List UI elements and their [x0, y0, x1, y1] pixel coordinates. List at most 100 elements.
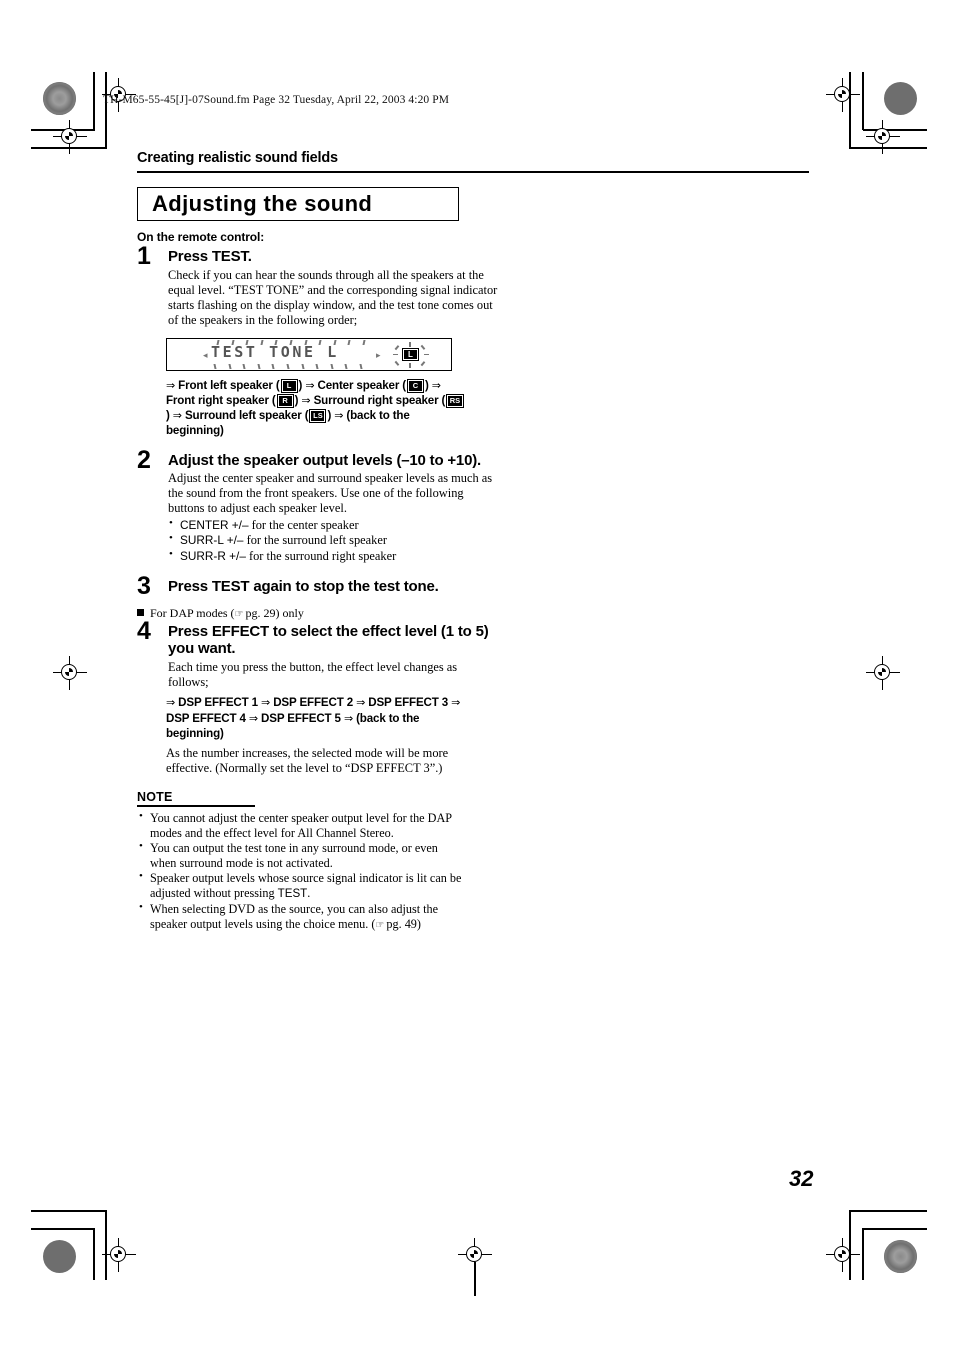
dap-page-reference: pg. 29 — [245, 605, 276, 620]
flash-arrow-left: ◂ — [203, 349, 208, 360]
speaker-label-surround-right: Surround right speaker — [313, 393, 439, 407]
arrow-icon: ⇒ — [301, 393, 311, 407]
step-2-number: 2 — [137, 445, 151, 474]
registration-target-top-right-inner — [826, 78, 860, 112]
crop-line — [93, 1228, 95, 1280]
dsp-effect-1: DSP EFFECT 1 — [178, 696, 258, 710]
step-4: 4 Press EFFECT to select the effect leve… — [137, 618, 498, 691]
header-divider — [137, 171, 809, 174]
crop-line — [31, 1228, 95, 1230]
arrow-icon: ⇒ — [166, 378, 176, 392]
button-label-surr-r: SURR-R +/– — [180, 548, 246, 563]
step-1: 1 Press TEST. Check if you can hear the … — [137, 244, 498, 328]
arrow-icon: ⇒ — [343, 711, 354, 725]
section-title-box: Adjusting the sound — [137, 187, 459, 222]
note-item-2: You can output the test tone in any surr… — [137, 840, 467, 871]
step-2-body: Adjust the center speaker and surround s… — [168, 471, 493, 516]
speaker-badge-LS: LS — [310, 410, 326, 423]
square-bullet-icon — [137, 608, 144, 616]
dsp-effect-3: DSP EFFECT 3 — [368, 696, 449, 710]
crop-line — [862, 1228, 864, 1280]
speaker-label-surround-left: Surround left speaker — [184, 409, 302, 423]
note-emphasis-test: TEST — [277, 887, 308, 901]
step-3-title: Press TEST again to stop the test tone. — [168, 578, 439, 596]
registration-target-bottom-left — [102, 1238, 136, 1272]
file-header-text: TH-M65-55-45[J]-07Sound.fm Page 32 Tuesd… — [103, 94, 450, 106]
halftone-solid-dot-bottom-left — [43, 1240, 76, 1273]
note-section: NOTE You cannot adjust the center speake… — [137, 790, 467, 932]
manual-page: TH-M65-55-45[J]-07Sound.fm Page 32 Tuesd… — [0, 0, 954, 1351]
step-1-title: Press TEST. — [168, 248, 252, 266]
speaker-label-front-left: Front left speaker — [178, 378, 273, 392]
crop-line — [863, 1228, 927, 1230]
dsp-effect-4: DSP EFFECT 4 — [166, 711, 246, 725]
crop-line — [93, 72, 95, 130]
step-2-title: Adjust the speaker output levels (–10 to… — [168, 451, 481, 469]
arrow-icon: ⇒ — [431, 378, 441, 392]
signal-indicator-L: L — [403, 348, 418, 360]
arrow-icon: ⇒ — [451, 696, 461, 710]
note-item-1: You cannot adjust the center speaker out… — [137, 810, 467, 841]
registration-target-mid-left — [53, 656, 87, 690]
crop-line — [31, 1210, 107, 1212]
bullet-text-surr-l: for the surround left speaker — [243, 533, 387, 548]
note-divider — [137, 805, 255, 807]
flash-ticks-bottom — [213, 363, 363, 369]
arrow-icon: ⇒ — [248, 711, 258, 725]
page-number: 32 — [789, 1166, 814, 1191]
step-4-number: 4 — [137, 616, 151, 645]
button-label-center: CENTER +/– — [180, 517, 249, 532]
arrow-icon: ⇒ — [305, 378, 315, 392]
step-2: 2 Adjust the speaker output levels (–10 … — [137, 447, 498, 565]
flash-arrow-right: ▸ — [376, 349, 381, 360]
step-2-bullet-list: CENTER +/– for the center speaker SURR-L… — [168, 517, 498, 565]
note-title: NOTE — [137, 790, 173, 805]
bullet-surr-r-button: SURR-R +/– for the surround right speake… — [168, 548, 498, 565]
dap-modes-line: For DAP modes (☞ pg. 29) only — [137, 606, 817, 621]
note-item-4: When selecting DVD as the source, you ca… — [137, 901, 467, 932]
speaker-badge-RS: RS — [447, 394, 463, 407]
registration-target-top-left — [53, 120, 87, 154]
arrow-icon: ⇒ — [334, 409, 344, 423]
pointing-hand-icon: ☞ — [375, 919, 384, 931]
step-1-body: Check if you can hear the sounds through… — [168, 268, 498, 328]
lcd-display-text: TEST TONE L — [211, 342, 339, 361]
arrow-icon: ⇒ — [261, 696, 271, 710]
registration-target-mid-right — [866, 656, 900, 690]
arrow-icon: ⇒ — [166, 696, 176, 710]
page-content: Creating realistic sound fields Adjustin… — [137, 150, 817, 932]
arrow-icon: ⇒ — [356, 696, 366, 710]
speaker-label-center: Center speaker — [317, 378, 400, 392]
registration-target-bottom-center — [458, 1238, 492, 1272]
speaker-label-front-right: Front right speaker — [166, 393, 269, 407]
step-1-number: 1 — [137, 242, 151, 271]
crop-line — [849, 1210, 927, 1212]
speaker-badge-R: R — [277, 394, 293, 407]
step-3: 3 Press TEST again to stop the test tone… — [137, 574, 498, 599]
step-3-number: 3 — [137, 572, 151, 601]
dsp-effect-2: DSP EFFECT 2 — [273, 696, 354, 710]
remote-control-label: On the remote control: — [137, 230, 265, 245]
button-label-surr-l: SURR-L +/– — [180, 533, 244, 548]
dsp-effect-5: DSP EFFECT 5 — [261, 711, 341, 725]
registration-target-top-right — [866, 120, 900, 154]
note-page-reference: pg. 49 — [386, 916, 417, 931]
pointing-hand-icon: ☞ — [234, 608, 244, 620]
running-head: Creating realistic sound fields — [137, 150, 338, 166]
speaker-badge-L: L — [281, 379, 297, 392]
dsp-effect-flow: ⇒ DSP EFFECT 1 ⇒ DSP EFFECT 2 ⇒ DSP EFFE… — [166, 695, 468, 741]
dap-line-text: For DAP modes (☞ pg. 29) only — [150, 605, 304, 620]
registration-target-bottom-right — [826, 1238, 860, 1272]
display-window-illustration: ◂ TEST TONE L ▸ L — [166, 337, 452, 371]
bullet-surr-l-button: SURR-L +/– for the surround left speaker — [168, 532, 498, 549]
step-4-footnote: As the number increases, the selected mo… — [166, 746, 449, 776]
bullet-center-button: CENTER +/– for the center speaker — [168, 517, 498, 534]
bullet-text-surr-r: for the surround right speaker — [245, 548, 397, 563]
halftone-solid-dot-top-right — [884, 82, 917, 115]
crop-line — [862, 72, 864, 130]
step-4-body: Each time you press the button, the effe… — [168, 660, 458, 690]
bullet-text-center: for the center speaker — [248, 517, 359, 532]
speaker-order-flow: ⇒ Front left speaker (L) ⇒ Center speake… — [166, 378, 468, 439]
arrow-icon: ⇒ — [172, 409, 182, 423]
speaker-badge-C: C — [407, 379, 423, 392]
